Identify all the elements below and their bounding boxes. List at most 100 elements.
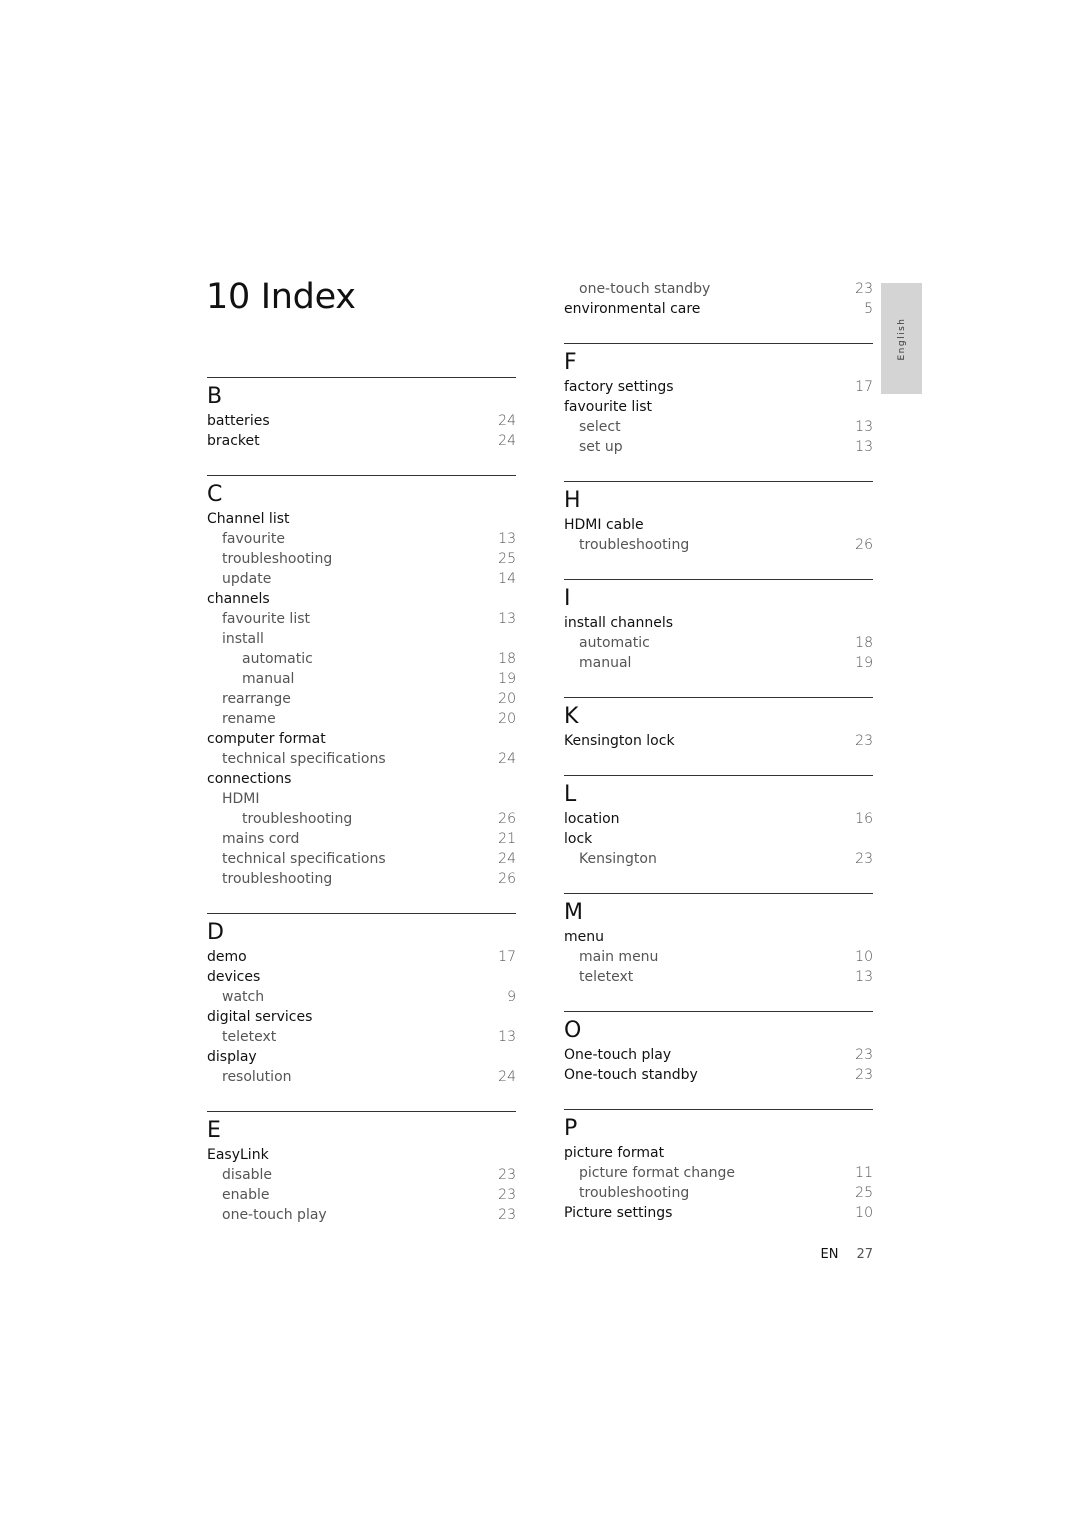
- entry-page-number: 19: [498, 671, 516, 687]
- footer-language: EN: [820, 1247, 839, 1262]
- section-letter: P: [564, 1116, 578, 1141]
- entry-page-number: 19: [855, 655, 873, 671]
- index-entry: bracket 24: [207, 431, 516, 451]
- entry-page-number: 23: [855, 851, 873, 867]
- index-section-c: C Channel list favourite 13 troubleshooting 2…: [207, 475, 516, 889]
- entry-label: teletext: [222, 1029, 277, 1045]
- index-entry: connections: [207, 769, 516, 789]
- index-subentry: watch 9: [207, 987, 516, 1007]
- index-entry: demo 17: [207, 947, 516, 967]
- section-letter: H: [564, 488, 581, 513]
- entry-label: demo: [207, 949, 247, 965]
- index-entry: display: [207, 1047, 516, 1067]
- index-subentry: set up 13: [564, 437, 873, 457]
- index-entry: batteries 24: [207, 411, 516, 431]
- entry-page-number: 24: [498, 433, 516, 449]
- section-letter: B: [207, 384, 223, 409]
- index-entry: environmental care 5: [564, 299, 873, 319]
- entry-page-number: 16: [855, 811, 873, 827]
- page-title: 10 Index: [206, 277, 356, 317]
- entry-page-number: 24: [498, 851, 516, 867]
- language-tab-label: English: [896, 317, 907, 360]
- entry-label: one-touch play: [222, 1207, 327, 1223]
- entry-label: bracket: [207, 433, 260, 449]
- entry-page-number: 13: [498, 531, 516, 547]
- entry-label: Kensington lock: [564, 733, 675, 749]
- language-tab: English: [881, 283, 922, 394]
- index-subentry: resolution 24: [207, 1067, 516, 1087]
- index-entry: install channels: [564, 613, 873, 633]
- section-letter: D: [207, 920, 224, 945]
- entry-page-number: 25: [498, 551, 516, 567]
- index-subentry: install: [207, 629, 516, 649]
- entry-label: troubleshooting: [242, 811, 353, 827]
- index-section-b: Bbatteries 24 bracket 24: [207, 377, 516, 451]
- entry-label: mains cord: [222, 831, 300, 847]
- entry-label: Channel list: [207, 511, 290, 527]
- entry-label: troubleshooting: [222, 871, 333, 887]
- index-subentry: disable 23: [207, 1165, 516, 1185]
- entry-page-number: 10: [855, 1205, 873, 1221]
- entry-label: factory settings: [564, 379, 674, 395]
- index-entry: computer format: [207, 729, 516, 749]
- entry-label: teletext: [579, 969, 634, 985]
- entry-label: manual: [579, 655, 632, 671]
- entry-label: update: [222, 571, 272, 587]
- entry-label: main menu: [579, 949, 659, 965]
- index-entry: lock: [564, 829, 873, 849]
- index-subentry: manual 19: [207, 669, 516, 689]
- entry-page-number: 21: [498, 831, 516, 847]
- page-footer: EN 27: [821, 1247, 874, 1262]
- entry-label: display: [207, 1049, 257, 1065]
- index-subentry: enable 23: [207, 1185, 516, 1205]
- entry-label: computer format: [207, 731, 326, 747]
- entry-label: channels: [207, 591, 270, 607]
- page-number: 27: [856, 1247, 873, 1262]
- index-subentry: technical specifications 24: [207, 849, 516, 869]
- index-subentry: picture format change 11: [564, 1163, 873, 1183]
- entry-page-number: 23: [498, 1167, 516, 1183]
- index-subentry: automatic 18: [564, 633, 873, 653]
- entry-label: EasyLink: [207, 1147, 269, 1163]
- index-subentry: automatic 18: [207, 649, 516, 669]
- index-entry: favourite list: [564, 397, 873, 417]
- entry-label: install channels: [564, 615, 674, 631]
- entry-label: location: [564, 811, 620, 827]
- entry-label: HDMI: [222, 791, 260, 807]
- index-section-p: Ppicture format picture format change 11 tr…: [564, 1109, 873, 1223]
- index-entry: devices: [207, 967, 516, 987]
- entry-page-number: 13: [855, 439, 873, 455]
- entry-label: automatic: [579, 635, 650, 651]
- index-entry: One-touch play 23: [564, 1045, 873, 1065]
- entry-page-number: 5: [864, 301, 873, 317]
- index-subentry: favourite 13: [207, 529, 516, 549]
- entry-label: One-touch standby: [564, 1067, 698, 1083]
- index-subentry: favourite list 13: [207, 609, 516, 629]
- index-entry: HDMI cable: [564, 515, 873, 535]
- index-entry: EasyLink: [207, 1145, 516, 1165]
- index-section-h: H HDMI cable troubleshooting 26: [564, 481, 873, 555]
- index-entry: Channel list: [207, 509, 516, 529]
- index-section-e: E EasyLink disable 23 enable 23 one-touch play…: [207, 1111, 516, 1225]
- index-subentry: teletext 13: [564, 967, 873, 987]
- section-letter: F: [564, 350, 577, 375]
- entry-label: technical specifications: [222, 851, 386, 867]
- entry-label: rename: [222, 711, 276, 727]
- entry-label: set up: [579, 439, 623, 455]
- entry-page-number: 25: [855, 1185, 873, 1201]
- entry-page-number: 13: [498, 611, 516, 627]
- index-section-o: O One-touch play 23 One-touch standby 23: [564, 1011, 873, 1085]
- entry-page-number: 14: [498, 571, 516, 587]
- entry-page-number: 10: [855, 949, 873, 965]
- entry-page-number: 20: [498, 691, 516, 707]
- index-subentry: troubleshooting 25: [207, 549, 516, 569]
- section-letter: K: [564, 704, 579, 729]
- entry-label: environmental care: [564, 301, 701, 317]
- entry-label: HDMI cable: [564, 517, 644, 533]
- entry-label: technical specifications: [222, 751, 386, 767]
- entry-page-number: 23: [855, 281, 873, 297]
- entry-page-number: 23: [855, 733, 873, 749]
- entry-label: troubleshooting: [579, 1185, 690, 1201]
- entry-page-number: 13: [855, 969, 873, 985]
- entry-page-number: 9: [507, 989, 516, 1005]
